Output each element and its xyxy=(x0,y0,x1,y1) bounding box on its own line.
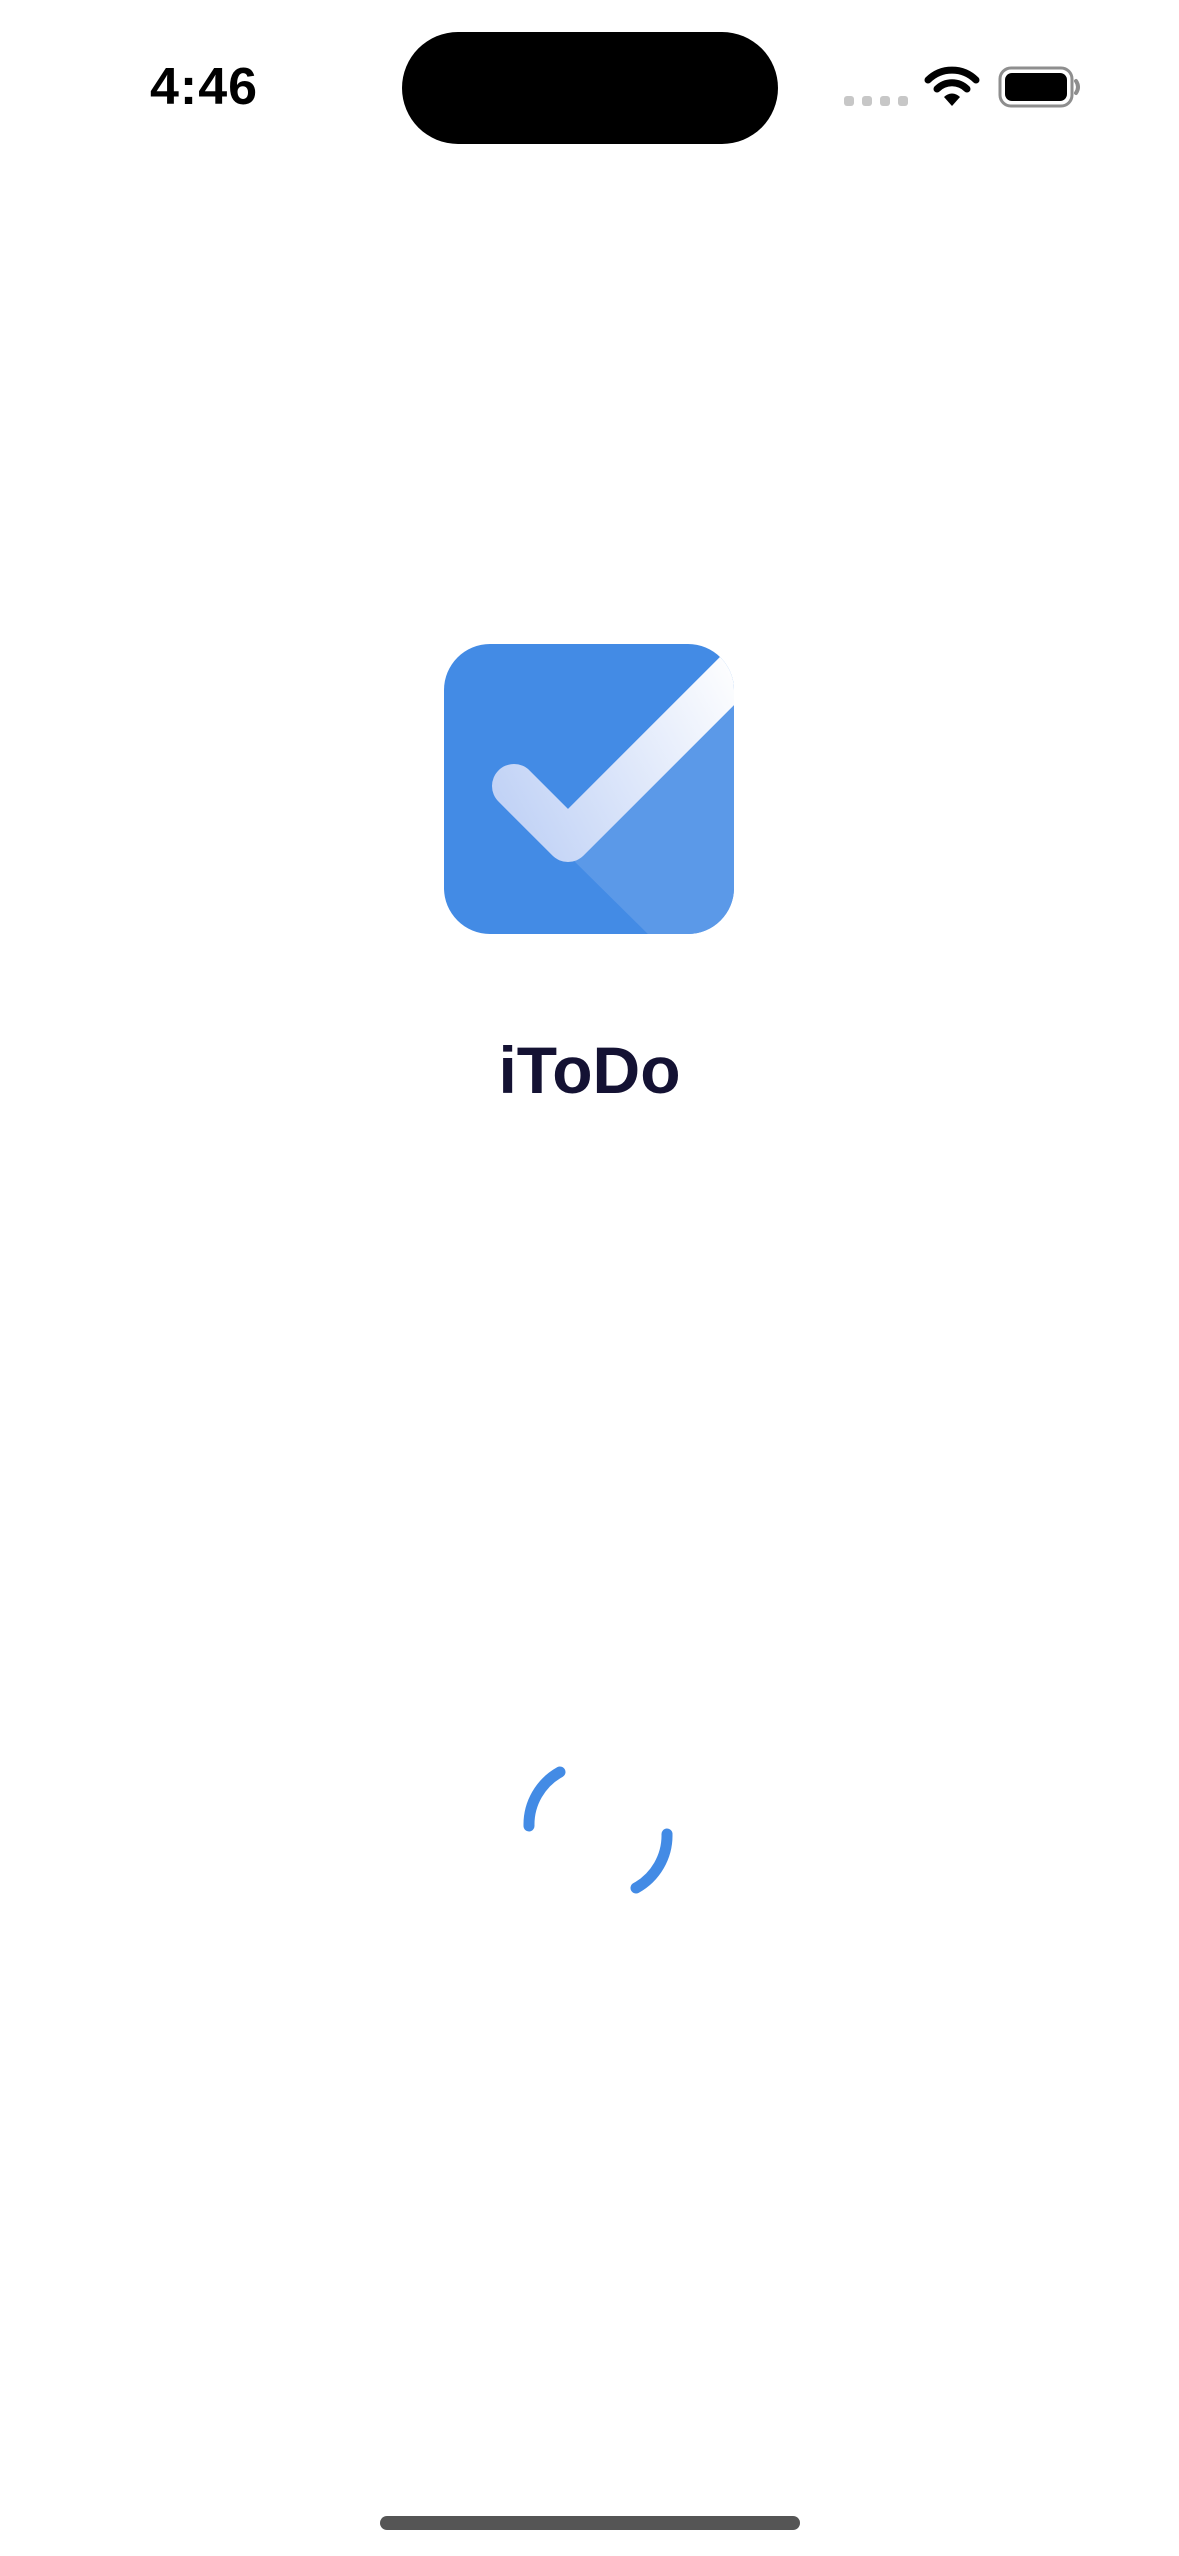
status-bar-time: 4:46 xyxy=(150,58,259,116)
home-indicator[interactable] xyxy=(380,2516,800,2530)
signal-dots-icon xyxy=(844,96,908,106)
loading-spinner-icon xyxy=(523,1766,673,1894)
app-title: iToDo xyxy=(498,1033,681,1107)
wifi-icon xyxy=(924,66,980,106)
dynamic-island xyxy=(402,32,778,144)
app-logo-checkmark-icon xyxy=(444,644,734,934)
battery-icon xyxy=(998,66,1080,108)
